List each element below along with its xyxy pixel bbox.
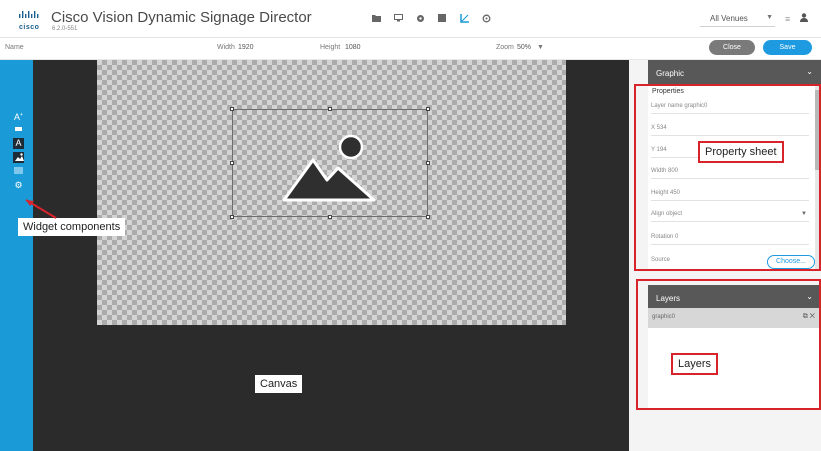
graphic-panel-header[interactable]: Graphic ⌄ (648, 60, 821, 86)
property-sheet-outline (634, 84, 821, 271)
property-sheet-callout: Property sheet (698, 141, 784, 163)
editor-toolbar: Name Width 1920 Height 1080 Zoom 50% ▼ C… (0, 38, 821, 60)
resize-handle[interactable] (328, 215, 332, 219)
zoom-label: Zoom (496, 44, 514, 51)
resize-handle[interactable] (230, 161, 234, 165)
venue-select[interactable]: All Venues ▼ (700, 12, 775, 27)
gear-icon[interactable] (416, 14, 425, 23)
callout-arrow (25, 199, 57, 219)
header-tool-icons (372, 14, 491, 23)
venue-select-value: All Venues (710, 14, 748, 23)
resize-handle[interactable] (230, 215, 234, 219)
settings-widget-icon[interactable]: ⚙ (13, 180, 24, 191)
folder-icon[interactable] (372, 14, 381, 23)
app-root: cisco Cisco Vision Dynamic Signage Direc… (0, 0, 821, 451)
save-button[interactable]: Save (763, 40, 812, 55)
resize-handle[interactable] (426, 215, 430, 219)
settings-icon[interactable] (482, 14, 491, 23)
layers-callout: Layers (671, 353, 719, 375)
top-header: cisco Cisco Vision Dynamic Signage Direc… (0, 0, 821, 38)
grid-icon[interactable] (438, 14, 447, 23)
resize-handle[interactable] (328, 107, 332, 111)
width-label: Width (217, 44, 235, 51)
close-button[interactable]: Close (709, 40, 755, 55)
app-title: Cisco Vision Dynamic Signage Director (51, 9, 312, 26)
height-label: Height (320, 44, 341, 51)
graphic-panel-title: Graphic (656, 69, 685, 78)
menu-icon[interactable]: ≡ (785, 14, 790, 24)
ticker-widget-icon[interactable] (13, 124, 24, 135)
width-field[interactable]: 1920 (238, 44, 254, 51)
canvas-callout: Canvas (255, 375, 303, 393)
crop-icon[interactable] (460, 14, 469, 23)
text-widget-icon[interactable]: A+ (13, 110, 24, 122)
monitor-icon[interactable] (394, 14, 403, 23)
chevron-down-icon: ▼ (766, 14, 773, 21)
resize-handle[interactable] (426, 161, 430, 165)
logo-wordmark: cisco (19, 24, 40, 31)
chevron-down-icon: ▼ (537, 44, 544, 51)
height-field[interactable]: 1080 (345, 44, 361, 51)
widget-components: A+ A ⚙ (13, 110, 25, 194)
resize-handle[interactable] (230, 107, 234, 111)
app-version: 6.2.0-551 (52, 26, 78, 32)
name-label: Name (5, 44, 24, 51)
image-placeholder-icon (281, 130, 377, 206)
text-box-widget-icon[interactable]: A (13, 138, 24, 149)
video-widget-icon[interactable] (13, 166, 24, 177)
layers-outline (636, 279, 821, 410)
chevron-down-icon[interactable]: ⌄ (806, 67, 813, 76)
zoom-select[interactable]: 50% (517, 44, 531, 51)
user-icon[interactable] (800, 13, 808, 24)
image-widget-icon[interactable] (13, 152, 24, 163)
resize-handle[interactable] (426, 107, 430, 111)
